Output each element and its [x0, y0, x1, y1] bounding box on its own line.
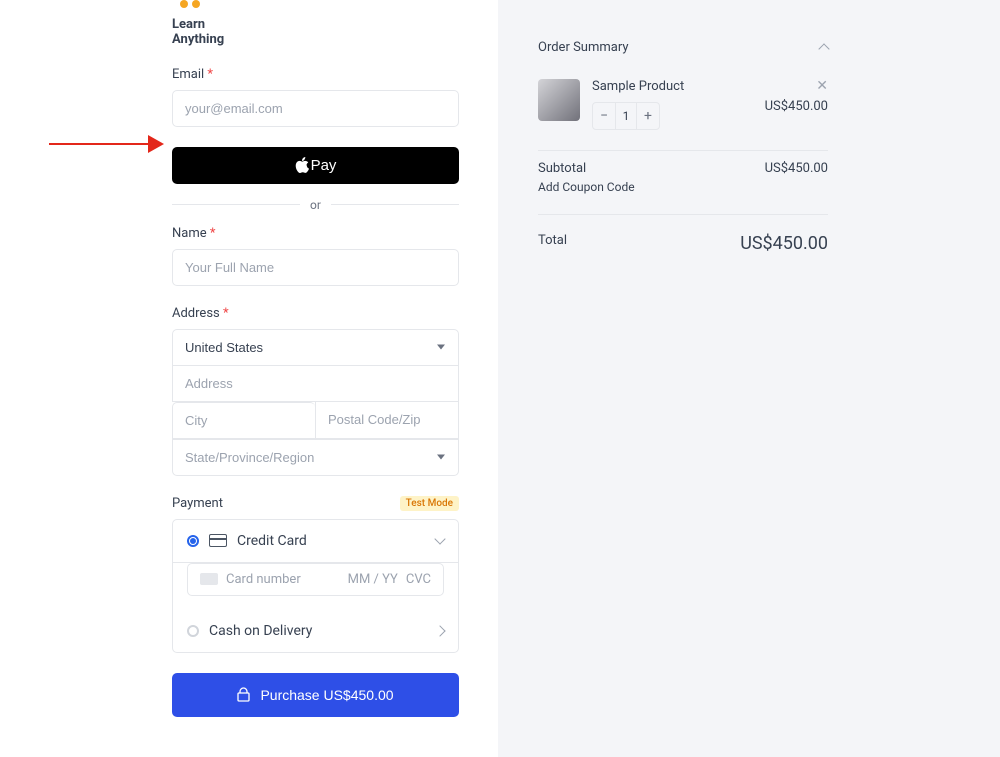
payment-cod-option[interactable]: Cash on Delivery: [173, 610, 458, 652]
qty-increase-button[interactable]: +: [637, 103, 659, 129]
address-label: Address *: [172, 306, 459, 321]
remove-item-button[interactable]: ✕: [816, 79, 828, 93]
apple-pay-button[interactable]: Pay: [172, 147, 459, 184]
email-input[interactable]: [172, 90, 459, 127]
email-label: Email *: [172, 67, 459, 82]
payment-label: Payment: [172, 496, 223, 511]
summary-title: Order Summary: [538, 40, 629, 55]
order-summary-toggle[interactable]: Order Summary: [538, 40, 828, 55]
country-select[interactable]: [172, 329, 459, 366]
address-input[interactable]: [172, 366, 459, 402]
divider: [538, 150, 828, 151]
radio-cod[interactable]: [187, 625, 199, 637]
city-input[interactable]: [172, 402, 315, 439]
radio-credit-card[interactable]: [187, 535, 199, 547]
product-name: Sample Product: [592, 79, 753, 94]
chevron-up-icon: [818, 43, 829, 54]
total-value: US$450.00: [740, 233, 828, 254]
credit-card-label: Credit Card: [237, 533, 307, 549]
qty-value: 1: [615, 103, 637, 129]
cod-label: Cash on Delivery: [209, 623, 312, 639]
payment-credit-card-option[interactable]: Credit Card: [173, 520, 458, 563]
divider: [538, 214, 828, 215]
logo-line1: Learn: [172, 18, 459, 32]
product-image: [538, 79, 580, 121]
chevron-right-icon: [434, 625, 445, 636]
name-label: Name *: [172, 226, 459, 241]
quantity-stepper: − 1 +: [592, 102, 660, 130]
logo-line2: Anything: [172, 33, 459, 47]
state-select[interactable]: [172, 439, 459, 476]
chevron-down-icon: [434, 534, 445, 545]
name-input[interactable]: [172, 249, 459, 286]
annotation-arrow: [49, 136, 164, 152]
postal-input[interactable]: [315, 402, 459, 439]
or-divider: or: [172, 198, 459, 212]
lock-icon: [237, 687, 250, 702]
subtotal-label: Subtotal: [538, 161, 586, 176]
credit-card-icon: [209, 534, 227, 547]
card-brand-icon: [200, 573, 218, 585]
add-coupon-link[interactable]: Add Coupon Code: [538, 180, 828, 208]
subtotal-value: US$450.00: [765, 161, 828, 176]
product-price: US$450.00: [765, 99, 828, 114]
purchase-button[interactable]: Purchase US$450.00: [172, 673, 459, 717]
total-label: Total: [538, 233, 567, 254]
purchase-label: Purchase US$450.00: [260, 687, 393, 703]
apple-icon: [295, 157, 309, 173]
logo: Learn Anything: [172, 0, 459, 47]
card-number-input[interactable]: Card number MM / YY CVC: [187, 563, 444, 596]
test-mode-badge: Test Mode: [400, 496, 459, 511]
apple-pay-label: Pay: [311, 157, 337, 174]
qty-decrease-button[interactable]: −: [593, 103, 615, 129]
